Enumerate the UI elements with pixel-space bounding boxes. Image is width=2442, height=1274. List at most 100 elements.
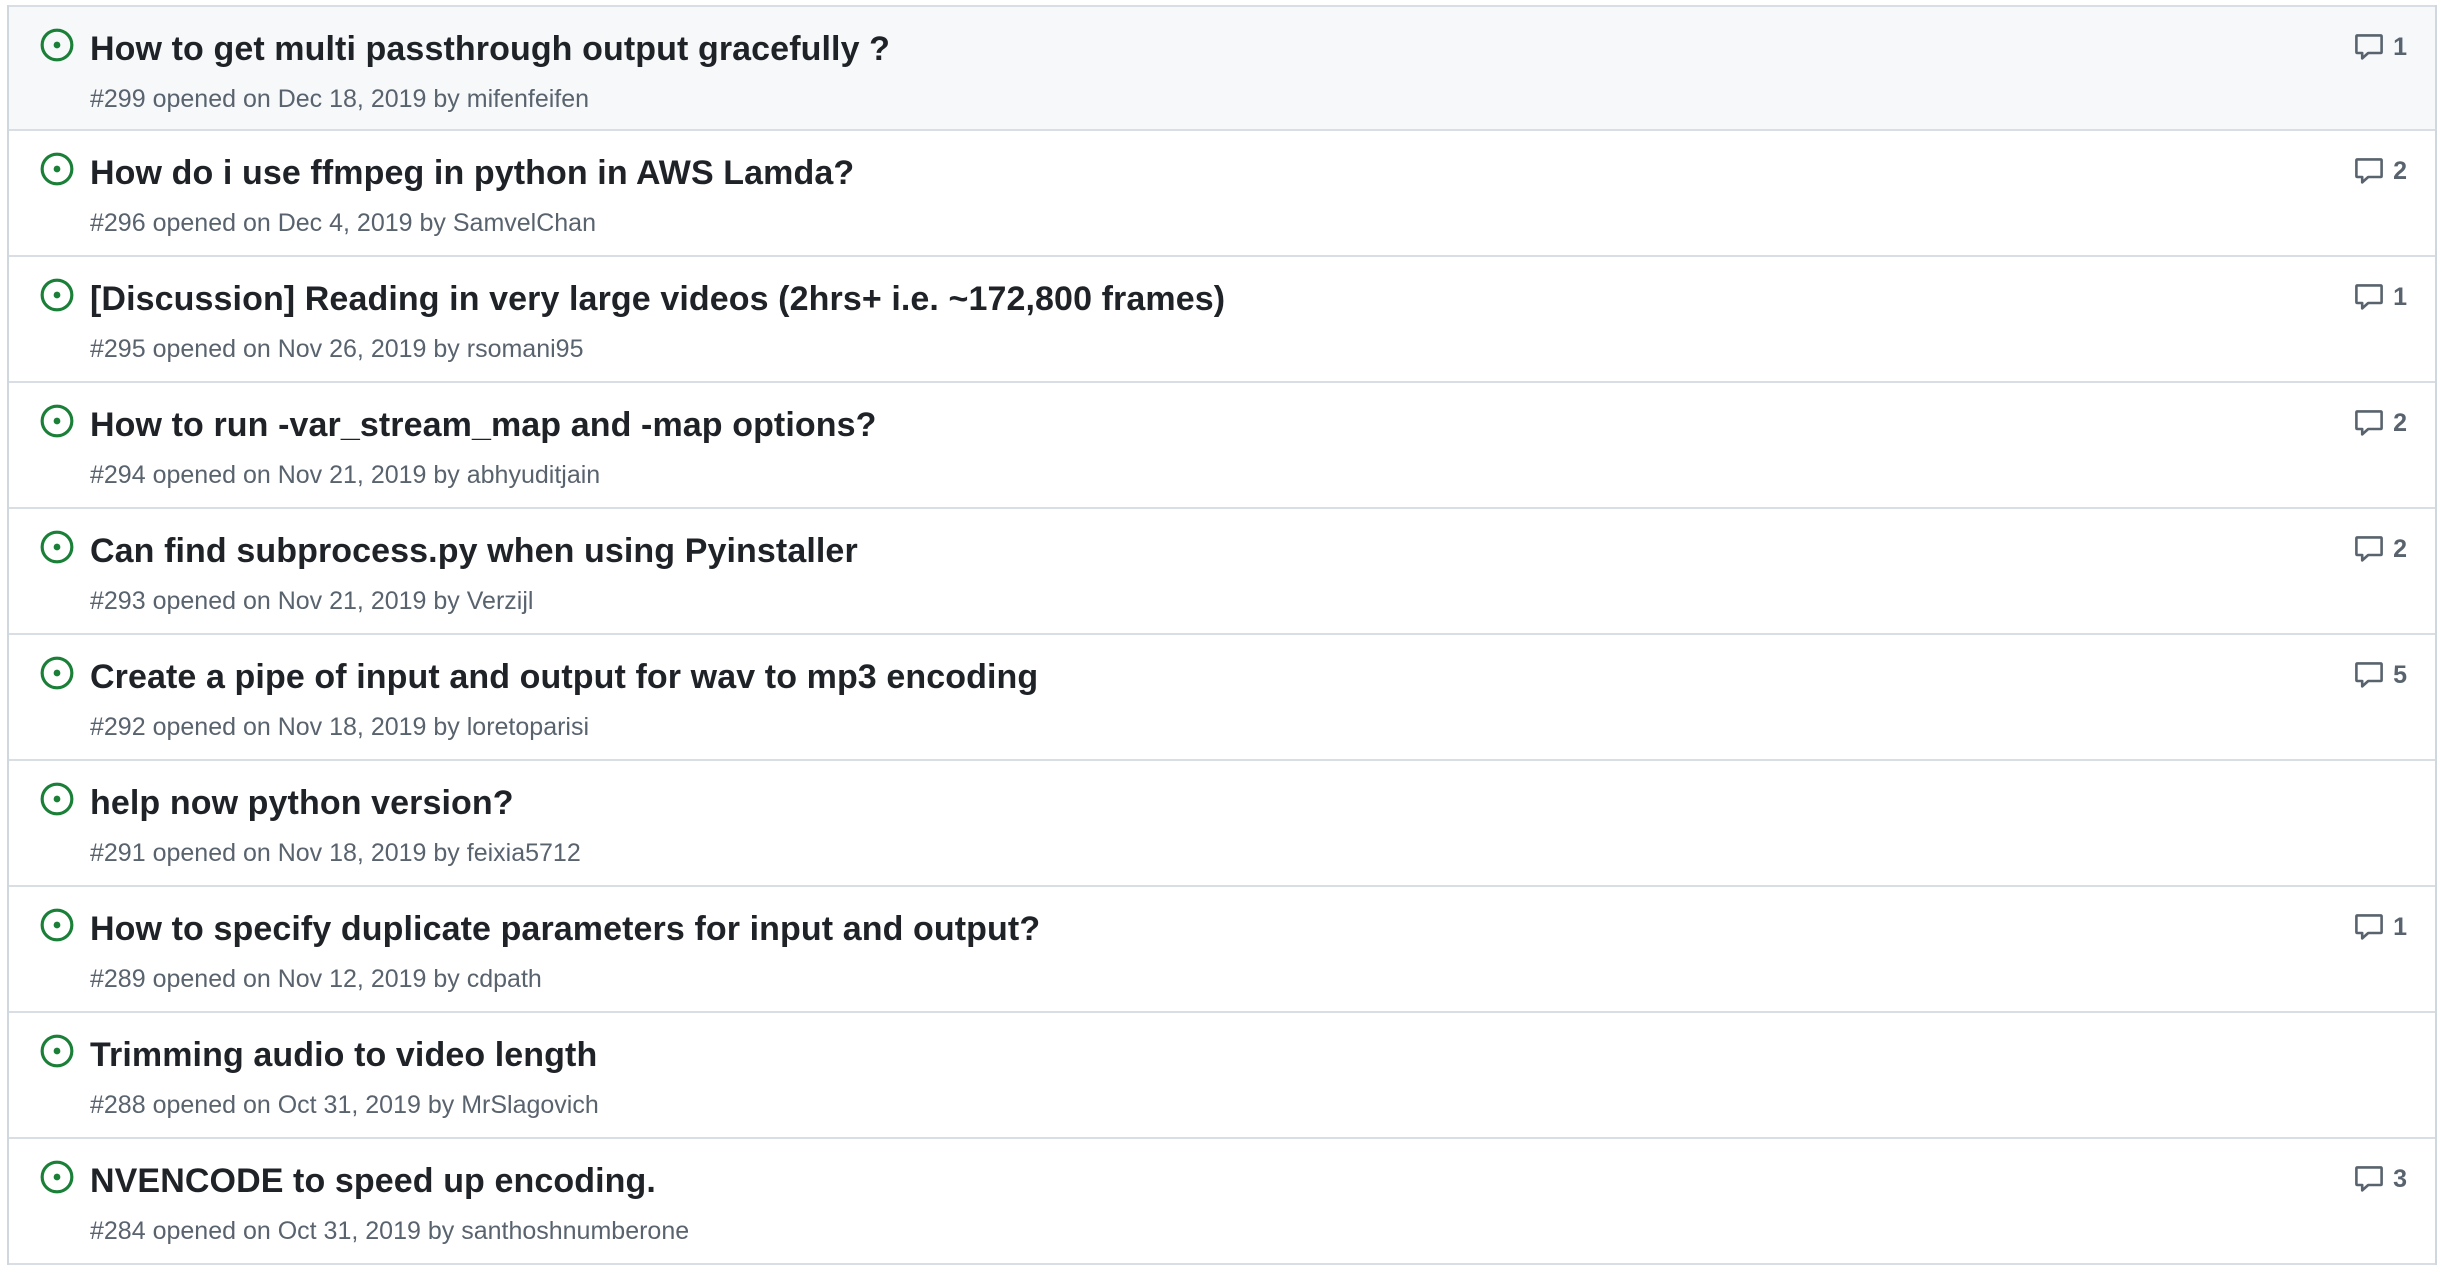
comment-icon — [2353, 281, 2385, 313]
issue-opened-text: opened on — [152, 335, 271, 363]
issue-opened-text: opened on — [152, 1217, 271, 1245]
comment-count-link[interactable]: 1 — [2353, 279, 2407, 315]
issue-number: #288 — [90, 1091, 146, 1119]
issue-author-link[interactable]: cdpath — [467, 965, 542, 993]
issue-title-link[interactable]: How do i use ffmpeg in python in AWS Lam… — [90, 149, 854, 197]
comment-count: 1 — [2393, 33, 2407, 61]
issue-title-link[interactable]: [Discussion] Reading in very large video… — [90, 275, 1225, 323]
issue-meta: #296 opened on Dec 4, 2019 by SamvelChan — [90, 205, 596, 241]
issue-meta: #289 opened on Nov 12, 2019 by cdpath — [90, 961, 542, 997]
issue-row[interactable]: How to run -var_stream_map and -map opti… — [9, 383, 2435, 509]
issue-author-link[interactable]: SamvelChan — [453, 209, 596, 237]
issue-author-link[interactable]: rsomani95 — [467, 335, 584, 363]
issue-author-link[interactable]: feixia5712 — [467, 839, 581, 867]
issue-row[interactable]: [Discussion] Reading in very large video… — [9, 257, 2435, 383]
comment-count-link[interactable]: 2 — [2353, 531, 2407, 567]
issue-opened-text: opened on — [152, 1091, 271, 1119]
issue-opened-icon — [39, 27, 75, 63]
comment-count-link[interactable]: 2 — [2353, 405, 2407, 441]
issue-row[interactable]: help now python version? #291 opened on … — [9, 761, 2435, 887]
issue-author-link[interactable]: MrSlagovich — [461, 1091, 599, 1119]
comment-count: 2 — [2393, 157, 2407, 185]
issue-by-text: by — [419, 209, 446, 237]
issue-title-link[interactable]: NVENCODE to speed up encoding. — [90, 1157, 656, 1205]
issue-by-text: by — [433, 587, 460, 615]
issue-opened-icon — [39, 1159, 75, 1195]
issue-opened-icon — [39, 907, 75, 943]
comment-count: 2 — [2393, 535, 2407, 563]
issue-meta: #293 opened on Nov 21, 2019 by Verzijl — [90, 583, 533, 619]
issue-date: Nov 21, 2019 — [277, 461, 427, 489]
issue-number: #292 — [90, 713, 146, 741]
issue-row[interactable]: Trimming audio to video length #288 open… — [9, 1013, 2435, 1139]
comment-icon — [2353, 31, 2385, 63]
issue-opened-icon — [39, 277, 75, 313]
issue-meta: #295 opened on Nov 26, 2019 by rsomani95 — [90, 331, 583, 367]
issue-date: Dec 18, 2019 — [277, 85, 427, 113]
comment-icon — [2353, 155, 2385, 187]
issue-opened-text: opened on — [152, 461, 271, 489]
issue-title-link[interactable]: How to get multi passthrough output grac… — [90, 25, 890, 73]
comment-icon — [2353, 911, 2385, 943]
issue-title-link[interactable]: How to specify duplicate parameters for … — [90, 905, 1040, 953]
issue-opened-icon — [39, 1033, 75, 1069]
issue-date: Nov 21, 2019 — [277, 587, 427, 615]
issue-date: Nov 12, 2019 — [277, 965, 427, 993]
issue-title-link[interactable]: Trimming audio to video length — [90, 1031, 597, 1079]
issue-opened-text: opened on — [152, 713, 271, 741]
issue-row[interactable]: How to get multi passthrough output grac… — [9, 5, 2435, 131]
issue-opened-icon — [39, 151, 75, 187]
issue-date: Nov 18, 2019 — [277, 839, 427, 867]
comment-count-link[interactable]: 3 — [2353, 1161, 2407, 1197]
issue-number: #284 — [90, 1217, 146, 1245]
issue-row[interactable]: Can find subprocess.py when using Pyinst… — [9, 509, 2435, 635]
issue-number: #291 — [90, 839, 146, 867]
issue-row[interactable]: NVENCODE to speed up encoding. #284 open… — [9, 1139, 2435, 1265]
issue-row[interactable]: How do i use ffmpeg in python in AWS Lam… — [9, 131, 2435, 257]
issue-by-text: by — [433, 85, 460, 113]
issue-by-text: by — [427, 1217, 455, 1245]
issue-date: Dec 4, 2019 — [277, 209, 413, 237]
comment-icon — [2353, 533, 2385, 565]
issue-row[interactable]: How to specify duplicate parameters for … — [9, 887, 2435, 1013]
issue-number: #296 — [90, 209, 146, 237]
issue-opened-icon — [39, 781, 75, 817]
issue-opened-icon — [39, 529, 75, 565]
issue-title-link[interactable]: Create a pipe of input and output for wa… — [90, 653, 1038, 701]
comment-count-link[interactable]: 5 — [2353, 657, 2407, 693]
issue-author-link[interactable]: santhoshnumberone — [461, 1217, 689, 1245]
issue-title-link[interactable]: help now python version? — [90, 779, 514, 827]
issue-opened-text: opened on — [152, 965, 271, 993]
issue-title-link[interactable]: Can find subprocess.py when using Pyinst… — [90, 527, 858, 575]
issue-author-link[interactable]: mifenfeifen — [467, 85, 589, 113]
comment-count: 5 — [2393, 661, 2407, 689]
issue-date: Oct 31, 2019 — [277, 1091, 421, 1119]
issue-number: #293 — [90, 587, 146, 615]
issue-opened-text: opened on — [152, 85, 271, 113]
issue-number: #294 — [90, 461, 146, 489]
comment-count: 2 — [2393, 409, 2407, 437]
issue-meta: #299 opened on Dec 18, 2019 by mifenfeif… — [90, 81, 589, 117]
issue-author-link[interactable]: Verzijl — [467, 587, 534, 615]
comment-count-link[interactable]: 1 — [2353, 909, 2407, 945]
comment-count-link[interactable]: 1 — [2353, 29, 2407, 65]
comment-count: 1 — [2393, 913, 2407, 941]
issue-by-text: by — [433, 965, 460, 993]
issue-by-text: by — [433, 713, 460, 741]
issue-meta: #292 opened on Nov 18, 2019 by loretopar… — [90, 709, 589, 745]
issue-opened-text: opened on — [152, 209, 271, 237]
issue-opened-text: opened on — [152, 587, 271, 615]
issue-meta: #294 opened on Nov 21, 2019 by abhyuditj… — [90, 457, 600, 493]
issue-row[interactable]: Create a pipe of input and output for wa… — [9, 635, 2435, 761]
issue-opened-text: opened on — [152, 839, 271, 867]
issue-by-text: by — [433, 461, 460, 489]
comment-icon — [2353, 659, 2385, 691]
issue-number: #289 — [90, 965, 146, 993]
issue-meta: #288 opened on Oct 31, 2019 by MrSlagovi… — [90, 1087, 599, 1123]
comment-count: 1 — [2393, 283, 2407, 311]
issue-author-link[interactable]: abhyuditjain — [467, 461, 600, 489]
comment-count-link[interactable]: 2 — [2353, 153, 2407, 189]
issue-title-link[interactable]: How to run -var_stream_map and -map opti… — [90, 401, 877, 449]
issue-date: Nov 26, 2019 — [277, 335, 427, 363]
issue-author-link[interactable]: loretoparisi — [467, 713, 589, 741]
